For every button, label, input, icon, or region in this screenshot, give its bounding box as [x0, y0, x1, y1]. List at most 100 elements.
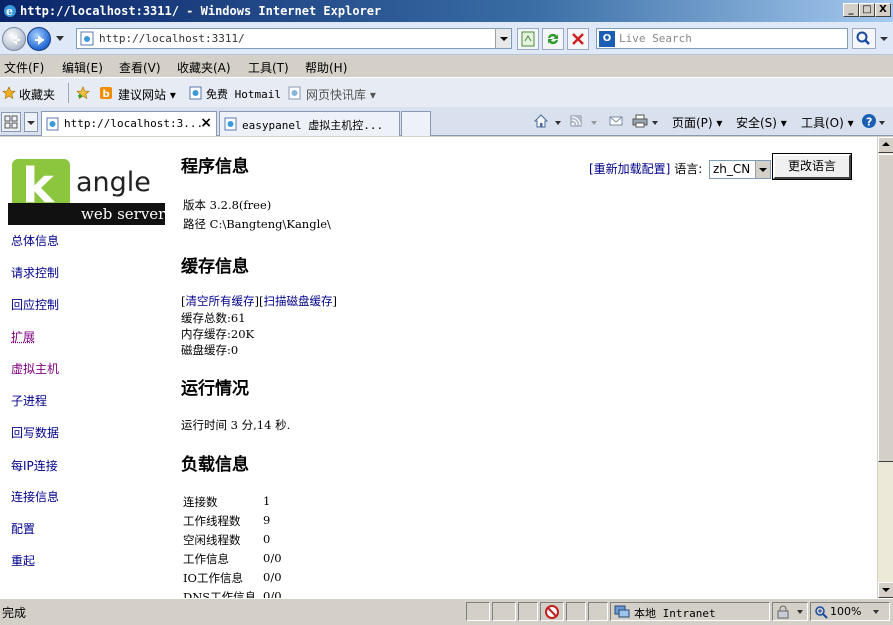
- tab-list-dropdown[interactable]: [24, 112, 38, 132]
- menu-favorites[interactable]: 收藏夹(A): [177, 59, 231, 76]
- menu-file[interactable]: 文件(F): [4, 59, 44, 76]
- chevron-down-icon: [797, 610, 803, 614]
- tab-label: easypanel 虚拟主机控...: [242, 119, 384, 132]
- suggested-sites-link[interactable]: 建议网站 ▾: [118, 86, 176, 103]
- menu-bar: 文件(F) 编辑(E) 查看(V) 收藏夹(A) 工具(T) 帮助(H): [0, 55, 893, 77]
- menu-help[interactable]: 帮助(H): [305, 59, 347, 76]
- favorites-button[interactable]: 收藏夹: [19, 86, 55, 103]
- nav-subprocess[interactable]: 子进程: [11, 392, 47, 409]
- address-bar[interactable]: http://localhost:3311/: [76, 28, 512, 49]
- suggested-sites-icon: b: [100, 87, 112, 100]
- forward-button[interactable]: [27, 27, 51, 51]
- nav-overview[interactable]: 总体信息: [11, 232, 59, 249]
- stop-icon[interactable]: [567, 28, 589, 50]
- nav-virtual-hosts[interactable]: 虚拟主机: [11, 360, 59, 377]
- add-to-favorites-icon[interactable]: [76, 86, 90, 100]
- scroll-down-button[interactable]: [878, 582, 893, 598]
- close-tab-icon[interactable]: ×: [200, 115, 212, 131]
- intranet-zone-icon: [614, 605, 630, 618]
- home-icon[interactable]: [533, 113, 549, 129]
- safety-menu-button[interactable]: 安全(S) ▾: [736, 114, 787, 131]
- nav-extensions[interactable]: 扩展: [11, 328, 35, 345]
- nav-response-control[interactable]: 回应控制: [11, 296, 59, 313]
- search-options-dropdown-icon[interactable]: [880, 37, 888, 41]
- zoom-level: 100%: [830, 605, 862, 618]
- recent-pages-dropdown-icon[interactable]: [56, 36, 64, 41]
- search-button[interactable]: [852, 28, 876, 49]
- popup-blocked-icon: [545, 605, 559, 619]
- favorites-star-icon: [2, 86, 16, 100]
- help-dropdown-icon[interactable]: [879, 121, 885, 125]
- clear-all-cache-link[interactable]: 清空所有缓存: [186, 294, 255, 308]
- nav-per-ip-connections[interactable]: 每IP连接: [11, 457, 58, 474]
- internet-explorer-icon: e: [4, 5, 16, 18]
- read-mail-icon[interactable]: [609, 114, 623, 128]
- quick-tabs-button[interactable]: [1, 112, 21, 132]
- scan-disk-cache-link[interactable]: 扫描磁盘缓存: [263, 294, 332, 308]
- menu-tools[interactable]: 工具(T): [248, 59, 289, 76]
- load-row: DNS工作信息 0/0: [183, 589, 282, 598]
- svg-text:b: b: [103, 89, 110, 100]
- hotmail-link[interactable]: 免费 Hotmail: [206, 86, 281, 102]
- popup-blocker-segment[interactable]: [540, 602, 564, 621]
- nav-connection-info[interactable]: 连接信息: [11, 488, 59, 505]
- close-window-button[interactable]: X: [875, 3, 891, 17]
- toolbar-separator: [68, 83, 69, 103]
- menu-edit[interactable]: 编辑(E): [62, 59, 103, 76]
- logo-word: angle: [76, 167, 151, 198]
- print-dropdown-icon[interactable]: [652, 121, 658, 125]
- search-input[interactable]: Live Search: [619, 32, 692, 45]
- feeds-dropdown-icon[interactable]: [591, 121, 597, 125]
- address-toolbar: http://localhost:3311/ O Live Search: [0, 22, 893, 55]
- refresh-icon[interactable]: [542, 28, 564, 50]
- program-info-heading: 程序信息: [181, 157, 249, 177]
- compatibility-view-icon[interactable]: [517, 28, 539, 50]
- chevron-down-icon[interactable]: [755, 161, 770, 178]
- search-box[interactable]: O Live Search: [596, 28, 848, 49]
- cache-total: 缓存总数:61: [181, 311, 246, 325]
- page-content: k angle web server 总体信息 请求控制 回应控制 扩展 虚拟主…: [0, 137, 877, 598]
- tab-localhost[interactable]: http://localhost:3... ×: [41, 111, 217, 136]
- home-dropdown-icon[interactable]: [555, 121, 561, 125]
- reload-config-link[interactable]: [重新加载配置]: [589, 162, 670, 176]
- status-segment: [466, 602, 490, 621]
- status-segment: [566, 602, 586, 621]
- back-button[interactable]: [2, 27, 26, 51]
- maximize-button[interactable]: □: [859, 3, 875, 17]
- forward-arrow-icon: [35, 35, 44, 45]
- cache-info-heading: 缓存信息: [181, 257, 249, 277]
- vertical-scrollbar[interactable]: [877, 137, 893, 598]
- chevron-down-icon: [873, 610, 879, 614]
- lock-icon: [777, 605, 789, 619]
- page-icon: [224, 117, 237, 131]
- language-bar: [重新加载配置] 语言:: [589, 160, 702, 177]
- language-select[interactable]: zh_CN: [709, 160, 771, 179]
- protected-mode-segment[interactable]: [772, 602, 808, 621]
- tab-bar: http://localhost:3... × easypanel 虚拟主机控.…: [0, 107, 893, 136]
- address-dropdown-icon[interactable]: [495, 29, 511, 48]
- magnifier-icon: [856, 31, 870, 45]
- nav-writeback-data[interactable]: 回写数据: [11, 424, 59, 441]
- change-language-button[interactable]: 更改语言: [772, 153, 852, 180]
- nav-restart[interactable]: 重起: [11, 552, 35, 569]
- print-icon[interactable]: [632, 114, 648, 128]
- page-menu-button[interactable]: 页面(P) ▾: [672, 114, 722, 131]
- address-url[interactable]: http://localhost:3311/: [99, 32, 245, 45]
- cache-disk: 磁盘缓存:0: [181, 343, 239, 357]
- tab-easypanel[interactable]: easypanel 虚拟主机控...: [219, 111, 400, 136]
- feeds-icon[interactable]: [569, 114, 583, 128]
- zoom-control[interactable]: 100%: [810, 602, 890, 621]
- menu-view[interactable]: 查看(V): [119, 59, 161, 76]
- status-text: 完成: [2, 606, 27, 620]
- tools-menu-button[interactable]: 工具(O) ▾: [801, 114, 854, 131]
- web-slice-gallery-link[interactable]: 网页快讯库 ▾: [306, 86, 376, 103]
- scroll-up-button[interactable]: [878, 137, 893, 153]
- help-icon[interactable]: ?: [861, 113, 877, 129]
- logo-letter: k: [22, 158, 55, 214]
- load-row: IO工作信息 0/0: [183, 570, 282, 585]
- minimize-button[interactable]: _: [843, 3, 859, 17]
- new-tab-button[interactable]: [401, 111, 431, 136]
- nav-config[interactable]: 配置: [11, 520, 35, 537]
- scroll-thumb[interactable]: [878, 154, 893, 462]
- nav-request-control[interactable]: 请求控制: [11, 264, 59, 281]
